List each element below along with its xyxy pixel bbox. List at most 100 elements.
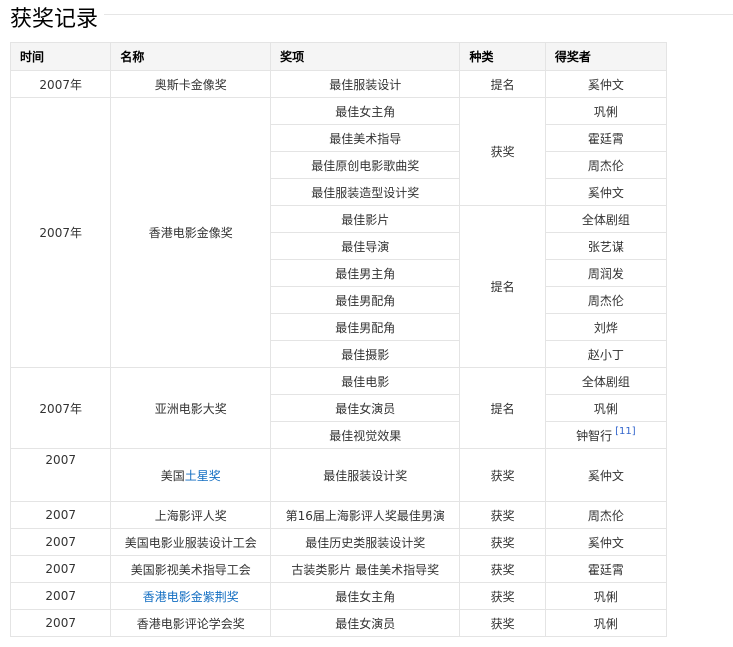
section-title: 获奖记录: [10, 7, 99, 32]
award-item-cell: 最佳摄影: [270, 340, 461, 368]
header-name: 名称: [110, 42, 272, 71]
award-name-cell: 亚洲电影大奖: [110, 367, 272, 449]
title-divider: [104, 13, 733, 15]
winner-cell: 奚仲文: [544, 448, 668, 502]
winner-cell: 奚仲文: [544, 178, 668, 206]
award-name-cell: 香港电影评论学会奖: [110, 609, 272, 637]
year-cell: 2007: [9, 582, 112, 610]
winner-cell: 全体剧组: [544, 367, 668, 395]
table-row: 2007年 奥斯卡金像奖 最佳服装设计 提名 奚仲文: [9, 70, 668, 98]
award-name-link[interactable]: 香港电影金紫荆奖: [143, 590, 239, 604]
award-item-cell: 最佳影片: [270, 205, 461, 233]
winner-name: 奚仲文: [587, 468, 624, 483]
table-row: 2007 美国电影业服装设计工会 最佳历史类服装设计奖 获奖 奚仲文: [9, 528, 668, 556]
award-name: 上海影评人奖: [154, 508, 227, 523]
winner-cell: 巩俐: [544, 394, 668, 422]
winner-name: 全体剧组: [581, 374, 630, 389]
award-name: 香港电影金像奖: [148, 226, 233, 240]
winner-cell: 全体剧组: [544, 205, 668, 233]
table-row: 2007 美国影视美术指导工会 古装类影片 最佳美术指导奖 获奖 霍廷霄: [9, 555, 668, 583]
award-item-cell: 最佳视觉效果: [270, 421, 461, 449]
table-header-row: 时间 名称 奖项 种类 得奖者: [9, 42, 668, 71]
winner-cell: 巩俐: [544, 582, 668, 610]
winner-name: 周杰伦: [587, 158, 624, 173]
header-award: 奖项: [270, 42, 461, 71]
winner-name: 钟智行: [576, 429, 613, 443]
award-name-link[interactable]: 土星奖: [185, 469, 221, 483]
table-row: 2007 香港电影评论学会奖 最佳女演员 获奖 巩俐: [9, 609, 668, 637]
award-name: 美国电影业服装设计工会: [124, 535, 257, 550]
award-item-cell: 最佳美术指导: [270, 124, 461, 152]
category-cell: 获奖: [459, 582, 546, 610]
winner-cell: 巩俐: [544, 97, 668, 125]
award-name: 香港电影评论学会奖: [136, 616, 245, 631]
header-time: 时间: [9, 42, 112, 71]
category-cell: 获奖: [459, 501, 546, 529]
winner-name: 刘烨: [593, 320, 618, 335]
winner-cell: 周杰伦: [544, 286, 668, 314]
year-cell: 2007: [9, 528, 112, 556]
winner-name: 全体剧组: [581, 212, 630, 227]
year-cell: 2007: [9, 555, 112, 583]
reference-link[interactable]: [11]: [615, 426, 636, 437]
table-row: 2007 香港电影金紫荆奖 最佳女主角 获奖 巩俐: [9, 582, 668, 610]
table-row: 2007年 亚洲电影大奖 最佳电影 提名 全体剧组: [9, 367, 668, 449]
award-item-cell: 最佳服装设计奖: [270, 448, 461, 502]
winner-cell: 刘烨: [544, 313, 668, 341]
year-cell: 2007: [9, 501, 112, 529]
winner-cell: 霍廷霄: [544, 124, 668, 152]
award-item-cell: 最佳导演: [270, 232, 461, 260]
award-item-cell: 最佳女演员: [270, 394, 461, 422]
year-cell: 2007年: [9, 367, 112, 449]
award-item-cell: 最佳服装造型设计奖: [270, 178, 461, 206]
winner-cell: 奚仲文: [544, 70, 668, 98]
winner-name: 奚仲文: [587, 77, 624, 92]
award-name: 美国影视美术指导工会: [130, 562, 251, 577]
winner-name: 巩俐: [593, 589, 618, 604]
winner-name: 周润发: [587, 266, 624, 281]
award-name-cell: 美国土星奖: [110, 448, 272, 502]
award-item-cell: 最佳女主角: [270, 582, 461, 610]
category-cell: 获奖: [459, 97, 546, 206]
award-item-cell: 最佳历史类服装设计奖: [270, 528, 461, 556]
winner-name: 霍廷霄: [587, 562, 624, 577]
section-header: 获奖记录: [10, 2, 733, 32]
winner-name: 周杰伦: [587, 293, 624, 308]
category-cell: 提名: [459, 70, 546, 98]
category-cell: 获奖: [459, 609, 546, 637]
award-item-cell: 第16届上海影评人奖最佳男演: [270, 501, 461, 529]
winner-cell: 赵小丁: [544, 340, 668, 368]
award-name-cell: 香港电影金像奖: [110, 97, 272, 368]
category-cell: 获奖: [459, 528, 546, 556]
award-item-cell: 最佳电影: [270, 367, 461, 395]
winner-cell: 张艺谋: [544, 232, 668, 260]
category-cell: 获奖: [459, 555, 546, 583]
award-name: 美国: [160, 468, 185, 483]
award-item-cell: 最佳原创电影歌曲奖: [270, 151, 461, 179]
award-item-cell: 最佳男主角: [270, 259, 461, 287]
table-row: 2007 上海影评人奖 第16届上海影评人奖最佳男演 获奖 周杰伦: [9, 501, 668, 529]
winner-cell: 巩俐: [544, 609, 668, 637]
category-cell: 获奖: [459, 448, 546, 502]
award-item-cell: 最佳服装设计: [270, 70, 461, 98]
winner-name: 巩俐: [593, 616, 618, 631]
winner-cell: 周杰伦: [544, 151, 668, 179]
year-cell: 2007: [9, 609, 112, 637]
category-cell: 提名: [459, 205, 546, 368]
award-item-cell: 最佳女演员: [270, 609, 461, 637]
winner-name: 霍廷霄: [587, 131, 624, 146]
winner-cell: 钟智行 [11]: [544, 421, 668, 449]
award-name: 亚洲电影大奖: [154, 401, 227, 416]
winner-name: 周杰伦: [587, 508, 624, 523]
award-name-cell: 奥斯卡金像奖: [110, 70, 272, 98]
header-winner: 得奖者: [544, 42, 668, 71]
winner-name: 赵小丁: [587, 347, 624, 362]
category-cell: 提名: [459, 367, 546, 449]
award-item-cell: 古装类影片 最佳美术指导奖: [270, 555, 461, 583]
award-name-cell: 上海影评人奖: [110, 501, 272, 529]
winner-name: 奚仲文: [587, 185, 624, 200]
winner-cell: 周杰伦: [544, 501, 668, 529]
winner-name: 巩俐: [593, 401, 618, 416]
winner-cell: 奚仲文: [544, 528, 668, 556]
winner-cell: 周润发: [544, 259, 668, 287]
